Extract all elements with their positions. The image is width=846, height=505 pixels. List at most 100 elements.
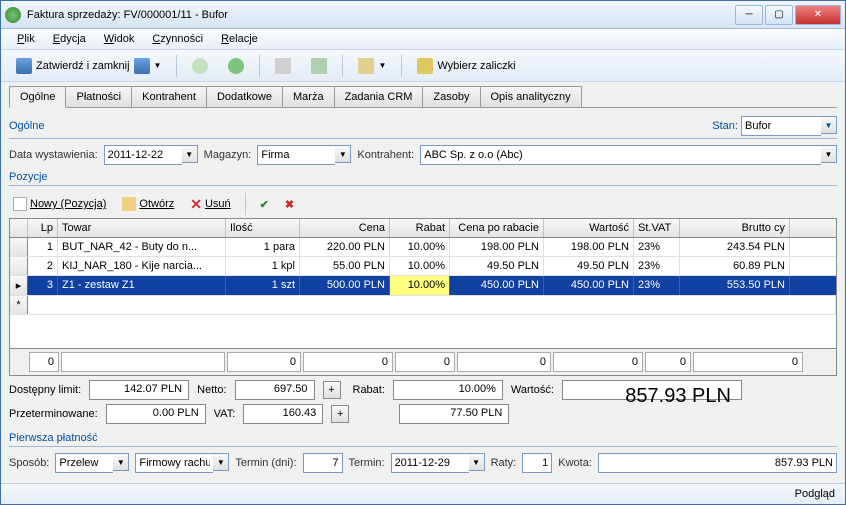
tools-icon [275, 58, 291, 74]
disk-icon [134, 58, 150, 74]
stan-dropdown[interactable]: ▼ [821, 116, 837, 134]
netto-value: 697.50 [235, 380, 315, 400]
tab-ogolne[interactable]: Ogólne [9, 86, 66, 108]
menu-plik[interactable]: Plik [9, 31, 43, 47]
check-button[interactable]: ✔ [256, 196, 273, 213]
col-brutto[interactable]: Brutto cy [680, 219, 790, 237]
data-label: Data wystawienia: [9, 149, 98, 161]
termin-dropdown[interactable]: ▼ [469, 453, 485, 471]
col-cena[interactable]: Cena [300, 219, 390, 237]
print-button[interactable]: ▼ [351, 54, 393, 78]
kwota-input[interactable] [598, 453, 837, 473]
section-platnosc: Pierwsza płatność [9, 430, 837, 447]
tab-kontrahent[interactable]: Kontrahent [131, 86, 207, 107]
dostepny-label: Dostępny limit: [9, 384, 81, 396]
tab-platnosci[interactable]: Płatności [65, 86, 132, 107]
rabat-pct: 10.00% [393, 380, 503, 400]
grid-body[interactable]: 1BUT_NAR_42 - Buty do n...1 para220.00 P… [10, 238, 836, 348]
app-icon [5, 7, 21, 23]
sposob-dropdown[interactable]: ▼ [113, 453, 129, 471]
raty-input[interactable] [522, 453, 552, 473]
forward-icon [228, 58, 244, 74]
vat-plus[interactable]: + [331, 405, 349, 423]
content: Ogólne Płatności Kontrahent Dodatkowe Ma… [1, 82, 845, 483]
rachunek-input[interactable] [135, 453, 213, 473]
maximize-button[interactable]: ▢ [765, 5, 793, 25]
grid-footer: 0 0 0 0 0 0 0 0 [10, 348, 836, 375]
positions-toolbar: Nowy (Pozycja) Otwórz ✕Usuń ✔ ✖ [9, 190, 837, 218]
podglad-link[interactable]: Podgląd [795, 488, 835, 500]
termin-input[interactable] [391, 453, 469, 473]
back-icon [192, 58, 208, 74]
save-close-button[interactable]: Zatwierdź i zamknij ▼ [9, 54, 168, 78]
col-lp[interactable]: Lp [28, 219, 58, 237]
otworz-button[interactable]: Otwórz [118, 195, 178, 213]
x-icon: ✖ [285, 198, 294, 211]
table-row[interactable]: 1BUT_NAR_42 - Buty do n...1 para220.00 P… [10, 238, 836, 257]
col-cpr[interactable]: Cena po rabacie [450, 219, 544, 237]
statusbar: Podgląd [1, 483, 845, 504]
magazyn-label: Magazyn: [204, 149, 252, 161]
delete-icon: ✕ [190, 196, 202, 213]
termin-dni-label: Termin (dni): [235, 457, 296, 469]
magazyn-input[interactable] [257, 145, 335, 165]
tab-zadania[interactable]: Zadania CRM [334, 86, 424, 107]
tab-opis[interactable]: Opis analityczny [480, 86, 582, 107]
toolbar: Zatwierdź i zamknij ▼ ▼ Wybierz zaliczki [1, 50, 845, 82]
cancel-button[interactable]: ✖ [281, 196, 298, 213]
grid-header: Lp Towar Ilość Cena Rabat Cena po rabaci… [10, 219, 836, 238]
raty-label: Raty: [491, 457, 517, 469]
rabat-val: 77.50 PLN [399, 404, 509, 424]
col-towar[interactable]: Towar [58, 219, 226, 237]
sposob-label: Sposób: [9, 457, 49, 469]
termin-label: Termin: [349, 457, 385, 469]
tab-dodatkowe[interactable]: Dodatkowe [206, 86, 283, 107]
wartosc-value: 857.93 PLN [562, 380, 742, 400]
przeterminowane-label: Przeterminowane: [9, 408, 98, 420]
check-icon: ✔ [260, 198, 269, 211]
nowy-button[interactable]: Nowy (Pozycja) [9, 195, 110, 213]
data-dropdown[interactable]: ▼ [182, 145, 198, 163]
nav-back-button[interactable] [185, 54, 215, 78]
menu-czynnosci[interactable]: Czynności [144, 31, 211, 47]
tab-marza[interactable]: Marża [282, 86, 335, 107]
table-row[interactable]: 2KIJ_NAR_180 - Kije narcia...1 kpl55.00 … [10, 257, 836, 276]
wand-icon [417, 58, 433, 74]
nav-fwd-button[interactable] [221, 54, 251, 78]
data-input[interactable] [104, 145, 182, 165]
window: Faktura sprzedaży: FV/000001/11 - Bufor … [0, 0, 846, 505]
col-ilosc[interactable]: Ilość [226, 219, 300, 237]
vat-value: 160.43 [243, 404, 323, 424]
sposob-input[interactable] [55, 453, 113, 473]
menu-edycja[interactable]: Edycja [45, 31, 94, 47]
minimize-button[interactable]: ─ [735, 5, 763, 25]
section-pozycje: Pozycje [9, 169, 837, 186]
col-vat[interactable]: St.VAT [634, 219, 680, 237]
netto-plus[interactable]: + [323, 381, 341, 399]
col-wart[interactable]: Wartość [544, 219, 634, 237]
stan-label: Stan: [712, 120, 738, 132]
termin-dni-input[interactable] [303, 453, 343, 473]
col-rabat[interactable]: Rabat [390, 219, 450, 237]
magazyn-dropdown[interactable]: ▼ [335, 145, 351, 163]
section-ogolne: Ogólne Stan: ▼ [9, 114, 837, 139]
zaliczki-button[interactable]: Wybierz zaliczki [410, 54, 522, 78]
netto-label: Netto: [197, 384, 226, 396]
stan-input[interactable] [741, 116, 821, 136]
rachunek-dropdown[interactable]: ▼ [213, 453, 229, 471]
tools-button[interactable] [268, 54, 298, 78]
kontrahent-label: Kontrahent: [357, 149, 414, 161]
menu-widok[interactable]: Widok [96, 31, 143, 47]
menu-relacje[interactable]: Relacje [213, 31, 266, 47]
titlebar[interactable]: Faktura sprzedaży: FV/000001/11 - Bufor … [1, 1, 845, 29]
usun-button[interactable]: ✕Usuń [186, 194, 234, 215]
kontrahent-dropdown[interactable]: ▼ [821, 145, 837, 163]
window-title: Faktura sprzedaży: FV/000001/11 - Bufor [27, 9, 735, 21]
vat-label: VAT: [214, 408, 236, 420]
tab-zasoby[interactable]: Zasoby [422, 86, 480, 107]
table-row[interactable]: ▸3Z1 - zestaw Z11 szt500.00 PLN10.00%450… [10, 276, 836, 296]
kontrahent-input[interactable] [420, 145, 821, 165]
close-button[interactable]: ✕ [795, 5, 841, 25]
wartosc-label: Wartość: [511, 384, 554, 396]
refresh-button[interactable] [304, 54, 334, 78]
